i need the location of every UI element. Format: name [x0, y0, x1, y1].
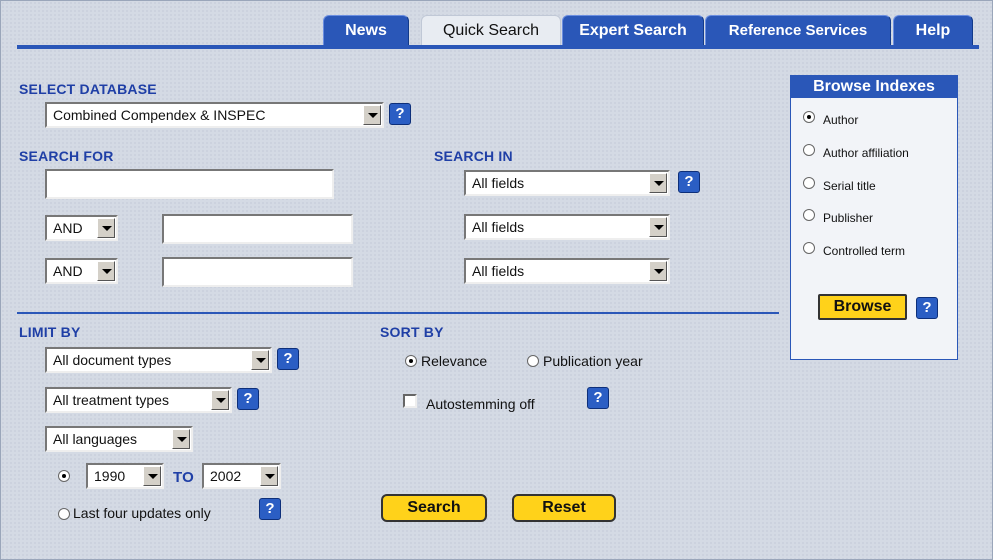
chevron-down-icon — [251, 350, 269, 370]
help-icon-database[interactable]: ? — [389, 103, 411, 125]
chevron-down-icon — [172, 429, 190, 449]
search-in-value: All fields — [472, 263, 525, 279]
year-to-value: 2002 — [210, 468, 242, 484]
help-icon-browse[interactable]: ? — [916, 297, 938, 319]
year-to-label: TO — [173, 469, 194, 486]
search-button[interactable]: Search — [381, 494, 487, 522]
document-type-select[interactable]: All document types — [45, 347, 272, 373]
chevron-down-icon — [211, 390, 229, 410]
reset-button[interactable]: Reset — [512, 494, 616, 522]
search-term-input-2[interactable] — [162, 214, 353, 244]
tab-news[interactable]: News — [323, 15, 409, 46]
language-select[interactable]: All languages — [45, 426, 193, 452]
browse-author-label: Author — [823, 113, 859, 127]
search-in-select-2[interactable]: All fields — [464, 214, 670, 240]
treatment-type-value: All treatment types — [53, 392, 169, 408]
browse-button[interactable]: Browse — [818, 294, 907, 320]
browse-controlled-term-radio[interactable] — [803, 242, 815, 254]
chevron-down-icon — [97, 261, 115, 281]
document-type-value: All document types — [53, 352, 172, 368]
treatment-type-select[interactable]: All treatment types — [45, 387, 232, 413]
help-icon-last-four-updates[interactable]: ? — [259, 498, 281, 520]
chevron-down-icon — [649, 261, 667, 281]
year-from-select[interactable]: 1990 — [86, 463, 164, 489]
sort-relevance-label: Relevance — [421, 353, 488, 369]
sort-publication-year-label: Publication year — [543, 353, 643, 369]
section-divider — [17, 312, 779, 314]
help-icon-document-type[interactable]: ? — [277, 348, 299, 370]
last-four-updates-label: Last four updates only — [73, 505, 211, 521]
browse-publisher-label: Publisher — [823, 211, 874, 225]
language-value: All languages — [53, 431, 138, 447]
limit-by-label: LIMIT BY — [19, 324, 81, 340]
search-term-input-3[interactable] — [162, 257, 353, 287]
help-icon-search-in[interactable]: ? — [678, 171, 700, 193]
chevron-down-icon — [260, 466, 278, 486]
browse-serial-title-label: Serial title — [823, 179, 876, 193]
database-select-value: Combined Compendex & INSPEC — [53, 107, 266, 123]
browse-publisher-radio[interactable] — [803, 209, 815, 221]
year-to-select[interactable]: 2002 — [202, 463, 281, 489]
browse-serial-title-radio[interactable] — [803, 177, 815, 189]
tab-quick-search[interactable]: Quick Search — [421, 15, 561, 46]
chevron-down-icon — [97, 218, 115, 238]
last-four-updates-radio[interactable] — [58, 508, 70, 520]
help-icon-treatment-type[interactable]: ? — [237, 388, 259, 410]
boolean-operator-value: AND — [53, 220, 83, 236]
browse-controlled-term-label: Controlled term — [823, 244, 906, 258]
tab-reference-services[interactable]: Reference Services — [705, 15, 891, 46]
search-in-value: All fields — [472, 175, 525, 191]
tab-help[interactable]: Help — [893, 15, 973, 46]
sort-publication-year-radio[interactable] — [527, 355, 539, 367]
search-term-input-1[interactable] — [45, 169, 334, 199]
search-in-select-1[interactable]: All fields — [464, 170, 670, 196]
browse-indexes-panel: Browse Indexes Author Author affiliation… — [790, 75, 958, 360]
help-icon-autostemming[interactable]: ? — [587, 387, 609, 409]
search-for-label: SEARCH FOR — [19, 148, 114, 164]
tab-underline — [17, 45, 979, 49]
boolean-operator-value: AND — [53, 263, 83, 279]
search-in-select-3[interactable]: All fields — [464, 258, 670, 284]
chevron-down-icon — [649, 217, 667, 237]
search-in-label: SEARCH IN — [434, 148, 513, 164]
autostemming-label: Autostemming off — [426, 396, 535, 412]
chevron-down-icon — [649, 173, 667, 193]
browse-author-affiliation-radio[interactable] — [803, 144, 815, 156]
boolean-operator-select-3[interactable]: AND — [45, 258, 118, 284]
boolean-operator-select-2[interactable]: AND — [45, 215, 118, 241]
tab-expert-search[interactable]: Expert Search — [562, 15, 704, 46]
quick-search-panel: News Quick Search Expert Search Referenc… — [0, 0, 993, 560]
sort-by-label: SORT BY — [380, 324, 444, 340]
browse-author-radio[interactable] — [803, 111, 815, 123]
select-database-label: SELECT DATABASE — [19, 81, 157, 97]
database-select[interactable]: Combined Compendex & INSPEC — [45, 102, 384, 128]
year-range-radio[interactable] — [58, 470, 70, 482]
autostemming-checkbox[interactable] — [403, 394, 417, 408]
chevron-down-icon — [363, 105, 381, 125]
search-in-value: All fields — [472, 219, 525, 235]
chevron-down-icon — [143, 466, 161, 486]
sort-relevance-radio[interactable] — [405, 355, 417, 367]
browse-indexes-title: Browse Indexes — [791, 76, 957, 98]
year-from-value: 1990 — [94, 468, 126, 484]
browse-author-affiliation-label: Author affiliation — [823, 146, 909, 160]
